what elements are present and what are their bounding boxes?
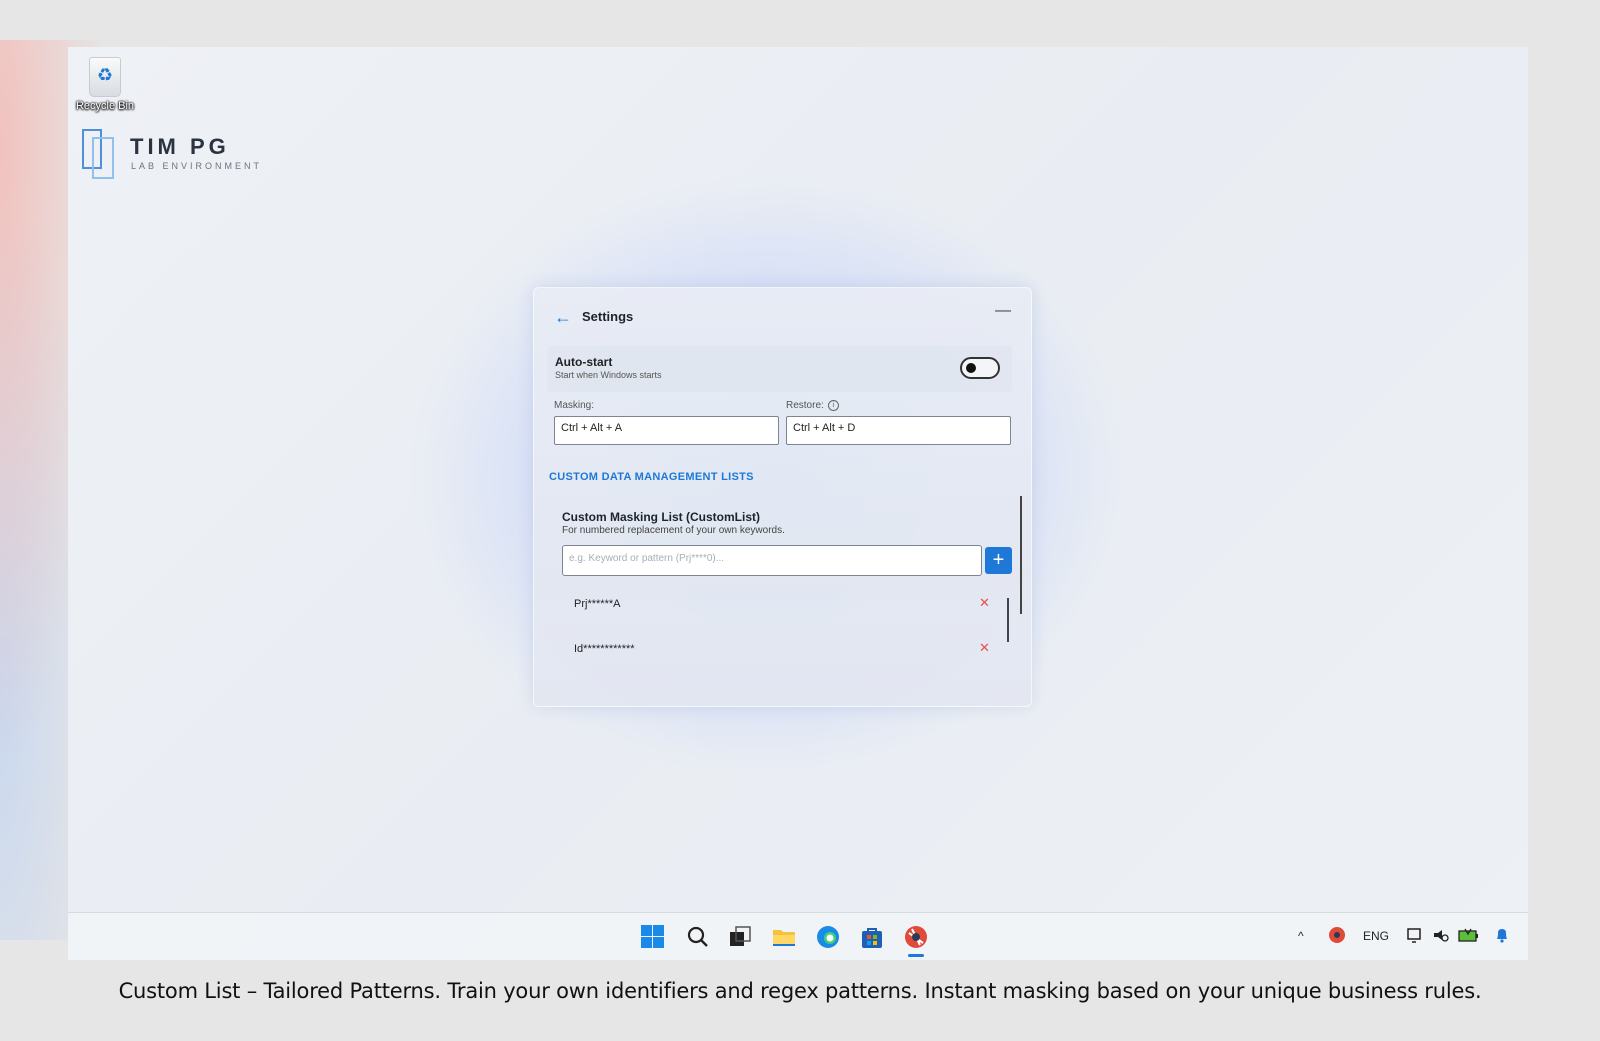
recycle-bin[interactable]: ♻ Recycle Bin <box>72 57 138 112</box>
auto-start-toggle[interactable] <box>960 357 1000 379</box>
minimize-button[interactable]: — <box>995 302 1011 320</box>
restore-label-wrap: Restore: i <box>786 400 839 411</box>
search-icon[interactable] <box>685 924 711 950</box>
settings-title: Settings <box>582 309 634 324</box>
network-icon[interactable] <box>1406 926 1424 947</box>
recycle-bin-label: Recycle Bin <box>75 100 135 112</box>
desktop-screen: ♻ Recycle Bin TIM PG LAB ENVIRONMENT ← S… <box>68 47 1528 960</box>
settings-window: ← Settings — Auto-start Start when Windo… <box>533 287 1032 707</box>
wallpaper-logo: TIM PG LAB ENVIRONMENT <box>82 129 302 179</box>
list-item: Prj******A <box>574 598 621 610</box>
taskbar: ^ ENG <box>68 912 1528 960</box>
tray-chevron-icon[interactable]: ^ <box>1298 929 1304 943</box>
delete-item-icon[interactable]: ✕ <box>979 595 990 611</box>
caption-text: Custom List – Tailored Patterns. Train y… <box>118 979 1482 1003</box>
add-keyword-button[interactable]: + <box>985 547 1012 574</box>
restore-label: Restore: <box>786 400 824 412</box>
logo-title: TIM PG <box>130 134 230 159</box>
delete-item-icon[interactable]: ✕ <box>979 640 990 656</box>
tray-app-icon[interactable] <box>1328 926 1346 947</box>
masking-label: Masking: <box>554 400 595 411</box>
custom-list-description: For numbered replacement of your own key… <box>562 525 785 536</box>
file-explorer-icon[interactable] <box>771 924 797 950</box>
recycle-bin-icon: ♻ <box>89 57 121 97</box>
custom-list-title: Custom Masking List (CustomList) <box>562 510 761 524</box>
auto-start-label: Auto-start <box>555 355 613 369</box>
keyword-input[interactable]: e.g. Keyword or pattern (Prj****0)... <box>562 545 982 576</box>
battery-icon[interactable] <box>1458 926 1480 947</box>
restore-hotkey-field[interactable]: Ctrl + Alt + D <box>786 416 1011 445</box>
store-icon[interactable] <box>859 924 885 950</box>
volume-icon[interactable] <box>1432 926 1450 947</box>
auto-start-row: Auto-start Start when Windows starts <box>547 346 1012 392</box>
section-title: CUSTOM DATA MANAGEMENT LISTS <box>549 471 754 483</box>
logo-mark-icon <box>82 129 118 179</box>
notification-bell-icon[interactable] <box>1493 926 1511 947</box>
masking-app-icon[interactable] <box>903 924 929 957</box>
outer-scrollbar[interactable] <box>1020 496 1022 614</box>
task-view-icon[interactable] <box>727 924 753 950</box>
auto-start-description: Start when Windows starts <box>555 370 662 380</box>
info-icon[interactable]: i <box>827 400 839 411</box>
logo-subtitle: LAB ENVIRONMENT <box>131 161 263 171</box>
masking-hotkey-field[interactable]: Ctrl + Alt + A <box>554 416 779 445</box>
start-icon[interactable] <box>640 924 666 950</box>
language-indicator[interactable]: ENG <box>1363 929 1389 943</box>
list-item: Id************ <box>574 643 635 655</box>
back-arrow-icon[interactable]: ← <box>554 307 572 328</box>
list-scrollbar[interactable] <box>1007 598 1009 642</box>
edge-icon[interactable] <box>815 924 841 950</box>
